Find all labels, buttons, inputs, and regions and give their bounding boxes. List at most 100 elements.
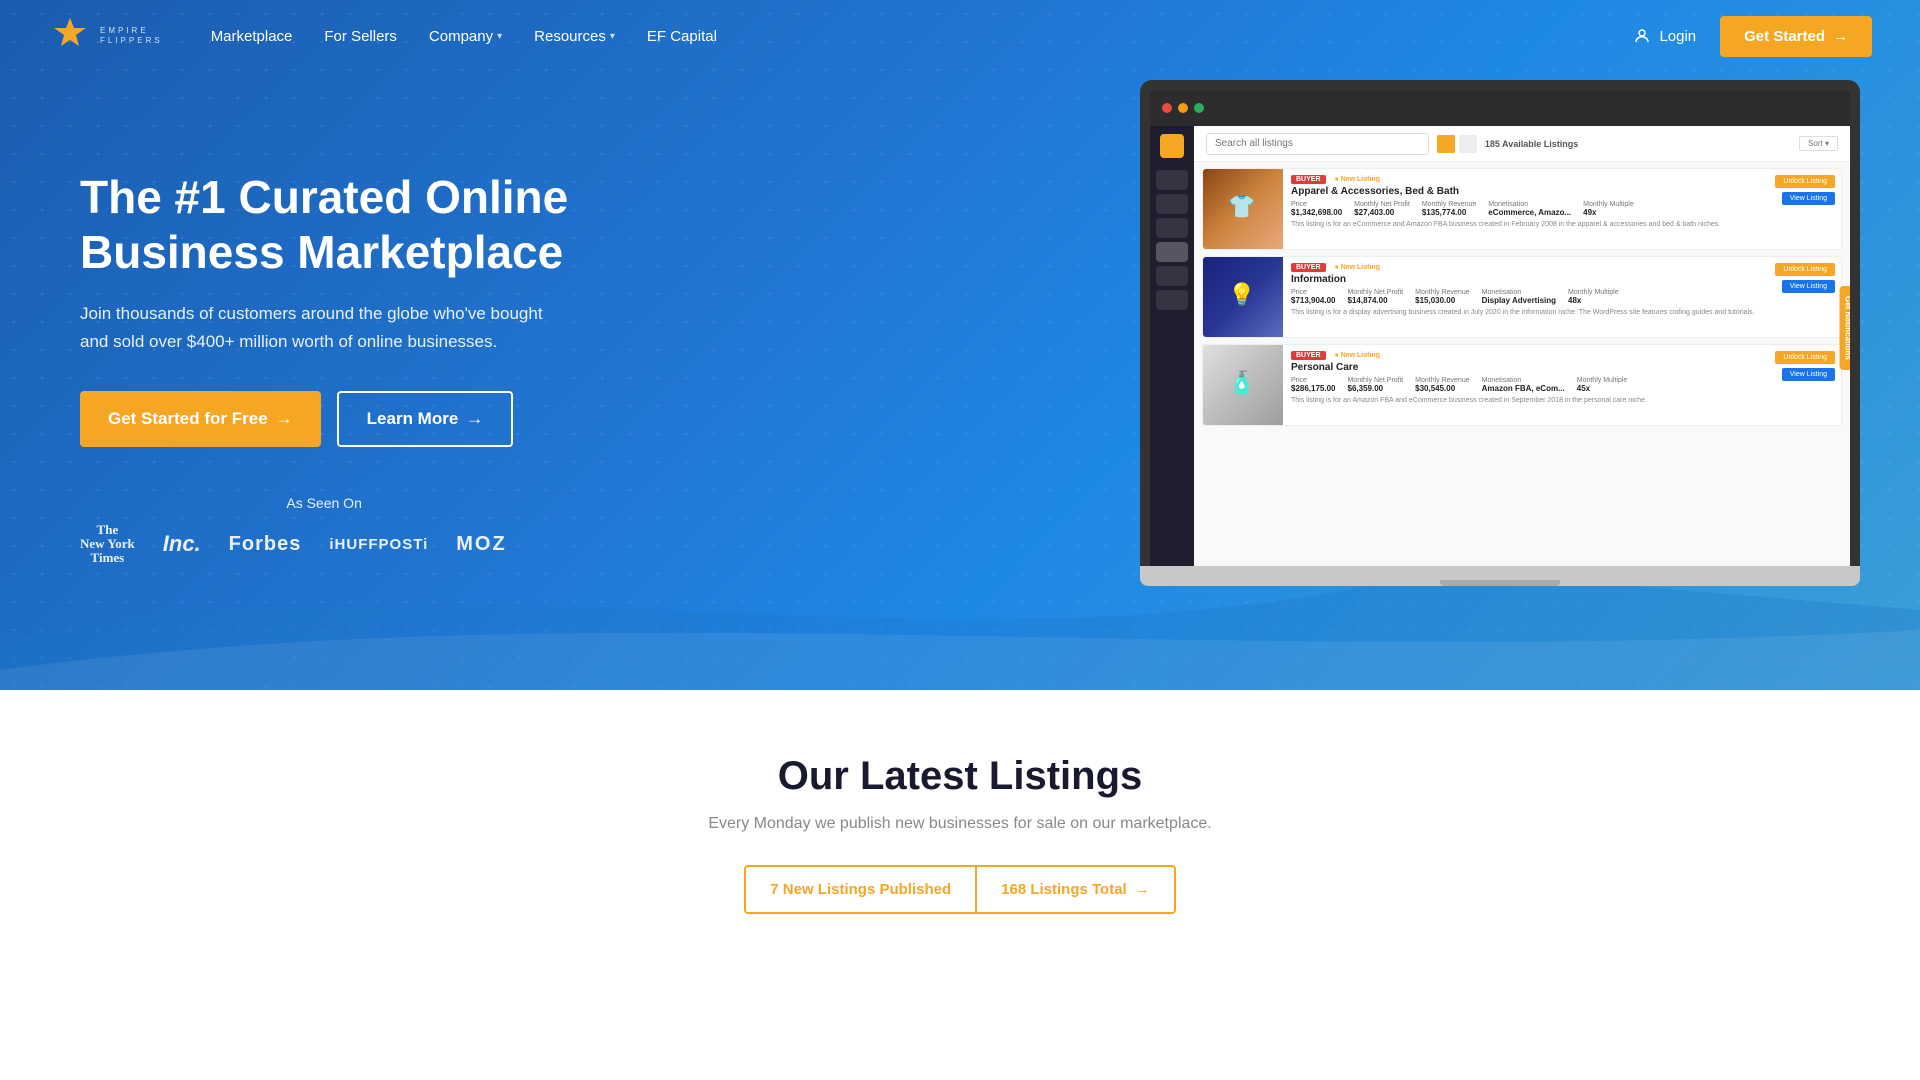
ui-listing-card: 👕 BUYER ● New Listing Apparel & Accessor… [1202, 168, 1842, 250]
ui-sidebar [1150, 126, 1194, 566]
ui-listing-tags: BUYER ● New Listing [1291, 175, 1761, 184]
ui-stat-net: Monthly Net Profit $6,359.00 [1348, 377, 1404, 393]
nyt-logo: TheNew YorkTimes [80, 523, 135, 566]
listing-image-icon: 👕 [1223, 189, 1263, 229]
view-listing-button[interactable]: View Listing [1782, 368, 1835, 381]
logo[interactable]: EMPIRE FLIPPERS [48, 14, 163, 58]
listing-image-icon: 🧴 [1223, 365, 1263, 405]
laptop-base [1140, 566, 1860, 586]
ui-listing-thumbnail: 🧴 [1203, 345, 1283, 425]
login-button[interactable]: Login [1633, 27, 1696, 45]
ui-search-input[interactable] [1206, 133, 1429, 155]
ui-listing-info: BUYER ● New Listing Information Price $7… [1283, 257, 1769, 337]
sidebar-item [1156, 266, 1188, 286]
ui-stat-revenue: Monthly Revenue $135,774.00 [1422, 201, 1476, 217]
buyer-tag: BUYER [1291, 263, 1326, 272]
huffpost-logo: iHUFFPOSTi [329, 536, 428, 553]
ui-listing-stats: Price $286,175.00 Monthly Net Profit $6,… [1291, 377, 1761, 393]
listing-image-icon: 💡 [1223, 277, 1263, 317]
ui-stat-net: Monthly Net Profit $14,874.00 [1348, 289, 1404, 305]
ui-stat-multiple: Monthly Multiple 45x [1577, 377, 1628, 393]
svg-text:🧴: 🧴 [1228, 370, 1255, 395]
ui-stat-net: Monthly Net Profit $27,403.00 [1354, 201, 1410, 217]
ui-listing-tags: BUYER ● New Listing [1291, 351, 1761, 360]
ui-grid-icon [1437, 135, 1455, 153]
chevron-down-icon: ▾ [610, 31, 615, 42]
listings-badge[interactable]: 7 New Listings Published 168 Listings To… [744, 865, 1175, 914]
ui-stat-price: Price $286,175.00 [1291, 377, 1336, 393]
chevron-down-icon: ▾ [497, 31, 502, 42]
moz-logo: MOZ [456, 533, 506, 556]
hero-content: The #1 Curated Online Business Marketpla… [0, 0, 1920, 690]
ui-main: 185 Available Listings Sort ▾ 👕 [1194, 126, 1850, 566]
user-icon [1633, 27, 1651, 45]
nav-company[interactable]: Company ▾ [429, 28, 502, 45]
ui-stat-monetization: Monetisation Display Advertising [1482, 289, 1556, 305]
sidebar-item [1156, 242, 1188, 262]
ui-listing-desc: This listing is for a display advertisin… [1291, 308, 1761, 317]
ui-listing-card: 💡 BUYER ● New Listing Information [1202, 256, 1842, 338]
ui-listing-info: BUYER ● New Listing Apparel & Accessorie… [1283, 169, 1769, 249]
header: EMPIRE FLIPPERS Marketplace For Sellers … [0, 0, 1920, 72]
logo-text: EMPIRE FLIPPERS [100, 26, 163, 45]
nav-resources[interactable]: Resources ▾ [534, 28, 615, 45]
ui-stat-multiple: Monthly Multiple 49x [1583, 201, 1634, 217]
ui-listing-tags: BUYER ● New Listing [1291, 263, 1761, 272]
close-dot [1162, 103, 1172, 113]
ui-stat-revenue: Monthly Revenue $30,545.00 [1415, 377, 1469, 393]
ui-stat-revenue: Monthly Revenue $15,030.00 [1415, 289, 1469, 305]
hero-title: The #1 Curated Online Business Marketpla… [80, 170, 568, 280]
listings-section: Our Latest Listings Every Monday we publ… [0, 690, 1920, 962]
view-listing-button[interactable]: View Listing [1782, 192, 1835, 205]
marketplace-ui: 185 Available Listings Sort ▾ 👕 [1150, 126, 1850, 566]
ui-listing-desc: This listing is for an Amazon FBA and eC… [1291, 396, 1761, 405]
laptop-wrapper: 185 Available Listings Sort ▾ 👕 [1140, 80, 1860, 586]
arrow-right-icon: → [276, 409, 293, 429]
header-actions: Login Get Started → [1633, 16, 1872, 57]
sidebar-item [1156, 290, 1188, 310]
nav-for-sellers[interactable]: For Sellers [324, 28, 397, 45]
listings-subtitle: Every Monday we publish new businesses f… [0, 815, 1920, 833]
ui-list-icon [1459, 135, 1477, 153]
logo-line1: EMPIRE [100, 26, 163, 36]
svg-text:👕: 👕 [1228, 194, 1255, 219]
sidebar-item [1156, 194, 1188, 214]
ui-listing-stats: Price $1,342,698.00 Monthly Net Profit $… [1291, 201, 1761, 217]
main-nav: Marketplace For Sellers Company ▾ Resour… [211, 28, 1634, 45]
view-listing-button[interactable]: View Listing [1782, 280, 1835, 293]
sidebar-item [1156, 218, 1188, 238]
app-bar [1150, 90, 1850, 126]
press-logos: TheNew YorkTimes Inc. Forbes iHUFFPOSTi … [80, 523, 568, 566]
minimize-dot [1178, 103, 1188, 113]
unlock-listing-button[interactable]: Unlock Listing [1775, 263, 1835, 276]
arrow-right-icon: → [1833, 28, 1848, 45]
total-listings-count: 168 Listings Total → [977, 867, 1174, 912]
nav-marketplace[interactable]: Marketplace [211, 28, 293, 45]
ui-listing-desc: This listing is for an eCommerce and Ama… [1291, 220, 1761, 229]
unlock-listing-button[interactable]: Unlock Listing [1775, 175, 1835, 188]
learn-more-button[interactable]: Learn More → [337, 391, 514, 447]
hero-subtitle: Join thousands of customers around the g… [80, 300, 560, 354]
ui-listing-title: Apparel & Accessories, Bed & Bath [1291, 186, 1761, 197]
arrow-right-icon: → [1135, 881, 1150, 898]
nav-ef-capital[interactable]: EF Capital [647, 28, 717, 45]
new-tag: ● New Listing [1330, 175, 1385, 184]
header-get-started-button[interactable]: Get Started → [1720, 16, 1872, 57]
ui-stat-multiple: Monthly Multiple 48x [1568, 289, 1619, 305]
logo-line2: FLIPPERS [100, 36, 163, 46]
hero-text-area: The #1 Curated Online Business Marketpla… [80, 110, 568, 566]
hero-section: The #1 Curated Online Business Marketpla… [0, 0, 1920, 690]
ui-listing-card: 🧴 BUYER ● New Listing Personal Care [1202, 344, 1842, 426]
buyer-tag: BUYER [1291, 175, 1326, 184]
new-listings-count: 7 New Listings Published [746, 867, 975, 912]
ui-topbar: 185 Available Listings Sort ▾ [1194, 126, 1850, 162]
ui-sort-btn[interactable]: Sort ▾ [1799, 136, 1838, 151]
svg-text:💡: 💡 [1228, 282, 1255, 307]
notification-tab[interactable]: Get Notifications [1839, 286, 1856, 370]
ui-listing-info: BUYER ● New Listing Personal Care Price … [1283, 345, 1769, 425]
ui-listing-actions: Unlock Listing View Listing [1769, 345, 1841, 425]
unlock-listing-button[interactable]: Unlock Listing [1775, 351, 1835, 364]
get-started-free-button[interactable]: Get Started for Free → [80, 391, 321, 447]
new-tag: ● New Listing [1330, 263, 1385, 272]
ui-listing-title: Information [1291, 274, 1761, 285]
